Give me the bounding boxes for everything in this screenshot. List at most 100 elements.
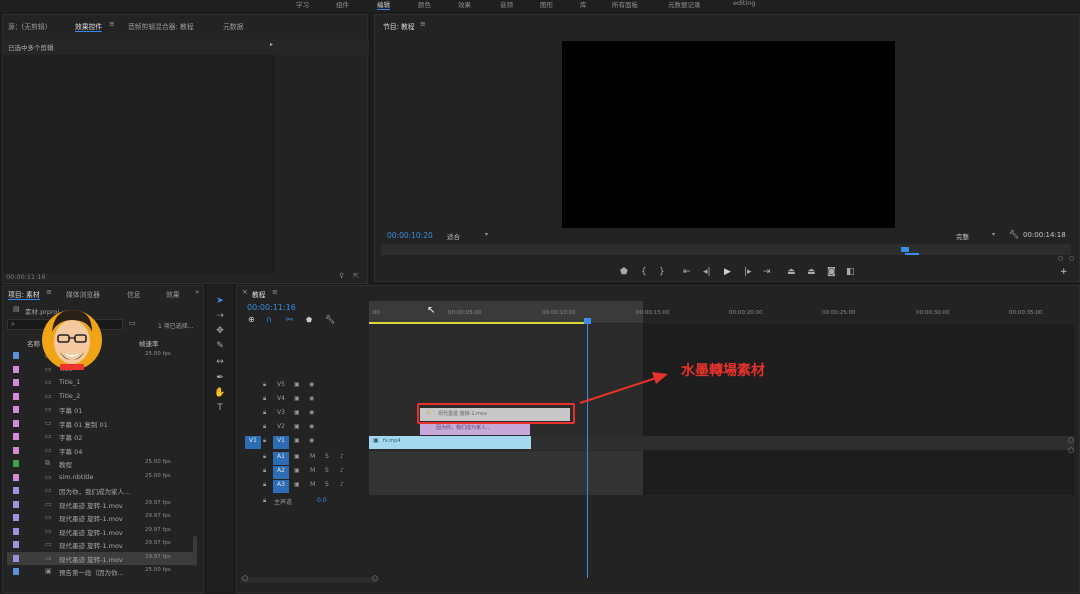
linked-selection-icon[interactable]: ⚯ xyxy=(286,315,293,324)
chevron-right-icon[interactable]: ▸ xyxy=(270,41,273,48)
camera-icon[interactable]: ◙ xyxy=(827,267,836,277)
lock-icon[interactable]: 🔒︎ xyxy=(263,481,266,489)
chevron-down-icon[interactable]: ▾ xyxy=(485,231,488,238)
lock-icon[interactable]: 🔒︎ xyxy=(263,409,266,417)
track-target-a2[interactable]: A2 xyxy=(273,466,289,479)
label-color-swatch[interactable] xyxy=(13,379,19,386)
scroll-handle-icon[interactable]: ○ xyxy=(1068,436,1074,444)
tab-menu-icon[interactable]: ≡ xyxy=(109,20,115,28)
mute-button[interactable]: M xyxy=(310,467,315,474)
sync-icon[interactable]: ▣ xyxy=(294,467,300,474)
scroll-handle-icon[interactable]: ○ xyxy=(1068,446,1074,454)
play-icon[interactable]: ▶ xyxy=(724,267,731,277)
tab-audio-mixer[interactable]: 音频剪辑混合器: 教程 xyxy=(128,21,194,31)
label-color-swatch[interactable] xyxy=(13,365,19,373)
column-name[interactable]: 名称 xyxy=(27,338,40,348)
lock-icon[interactable]: 🔒︎ xyxy=(263,381,266,389)
program-title[interactable]: 节目: 教程 xyxy=(383,21,415,31)
zoom-handle-icon[interactable]: ○ xyxy=(1058,255,1063,262)
label-color-swatch[interactable] xyxy=(13,487,19,494)
sync-icon[interactable]: ▣ xyxy=(294,409,300,416)
workspace-tab-edit[interactable]: 编辑 xyxy=(377,0,390,10)
slip-icon[interactable]: ↔ xyxy=(214,357,226,367)
solo-button[interactable]: S xyxy=(325,467,329,474)
label-color-swatch[interactable] xyxy=(13,500,19,508)
work-area-bar[interactable] xyxy=(369,301,643,323)
workspace-tab[interactable]: 组件 xyxy=(336,0,349,9)
fit-dropdown[interactable]: 适合 xyxy=(447,231,460,241)
pen-icon[interactable]: ✒ xyxy=(214,373,226,383)
sync-icon[interactable]: ▣ xyxy=(294,423,300,430)
add-button-icon[interactable]: + xyxy=(1060,267,1068,277)
zoom-handle-icon[interactable]: ○ xyxy=(1069,255,1074,262)
timeline-timecode[interactable]: 00:00:11:16 xyxy=(247,303,296,312)
label-color-swatch[interactable] xyxy=(13,406,19,413)
lift-icon[interactable]: ⏏ xyxy=(787,267,796,277)
project-item[interactable]: ▭ sim.nbtitle 25.00 fps xyxy=(7,471,197,485)
project-item[interactable]: ▭ 字幕 01 xyxy=(7,403,197,417)
tab-info[interactable]: 信息 xyxy=(127,289,141,299)
label-color-swatch[interactable] xyxy=(13,460,19,467)
workspace-tab[interactable]: 学习 xyxy=(296,0,309,9)
eye-icon[interactable]: ◉ xyxy=(309,409,314,416)
label-color-swatch[interactable] xyxy=(13,541,19,548)
step-back-icon[interactable]: ◂| xyxy=(703,267,711,277)
tab-effects[interactable]: 效果 xyxy=(166,289,180,299)
track-label[interactable]: V2 xyxy=(277,423,285,430)
sync-icon[interactable]: ▣ xyxy=(294,481,300,488)
project-item[interactable]: ⧉ 教程 25.00 fps xyxy=(7,457,197,471)
label-color-swatch[interactable] xyxy=(13,527,19,535)
panel-menu-icon[interactable]: ≡ xyxy=(272,288,278,296)
project-item[interactable]: ▭ 因为你，我们成为家人... xyxy=(7,484,197,498)
lock-icon[interactable]: 🔒︎ xyxy=(263,453,266,461)
tab-effect-controls[interactable]: 效果控件 xyxy=(75,21,103,32)
source-patch-v1[interactable]: V1 xyxy=(245,436,261,449)
track-label[interactable]: V3 xyxy=(277,409,285,416)
hand-icon[interactable]: ✋ xyxy=(214,388,226,398)
clip-v1[interactable]: ▣ fx.mp4 xyxy=(369,436,531,449)
workspace-tab[interactable]: editing xyxy=(733,0,756,7)
scroll-handle-icon[interactable]: ○ xyxy=(372,574,378,582)
project-item[interactable]: ▭ 现代墨迹 旋转-1.mov 29.97 fps xyxy=(7,511,197,525)
project-item[interactable]: ▭ 现代墨迹 旋转-1.mov 29.97 fps xyxy=(7,525,197,539)
close-icon[interactable]: × xyxy=(242,288,248,296)
panel-menu-icon[interactable]: ≡ xyxy=(420,20,426,28)
lock-icon[interactable]: 🔒︎ xyxy=(263,423,266,431)
snap-icon[interactable]: ∩ xyxy=(266,315,272,324)
mic-icon[interactable]: ♪ xyxy=(340,481,344,488)
more-tabs-icon[interactable]: » xyxy=(195,288,199,296)
go-to-out-icon[interactable]: ⇥ xyxy=(763,267,771,277)
sync-icon[interactable]: ▣ xyxy=(294,381,300,388)
marker-icon[interactable]: ⬟ xyxy=(306,316,312,324)
eye-icon[interactable]: ◉ xyxy=(309,395,314,402)
solo-button[interactable]: S xyxy=(325,453,329,460)
wrench-icon[interactable]: 🔧︎ xyxy=(1009,230,1019,239)
track-target-v1[interactable]: V1 xyxy=(273,436,289,449)
project-item[interactable]: ▭ 字幕 04 xyxy=(7,444,197,458)
workspace-tab[interactable]: 库 xyxy=(580,0,587,9)
project-item[interactable]: ▭ 现代墨迹 旋转-1.mov 29.97 fps xyxy=(7,551,197,565)
tab-metadata[interactable]: 元数据 xyxy=(223,21,243,31)
workspace-tab[interactable]: 所有面板 xyxy=(612,0,638,9)
workspace-tab[interactable]: 图形 xyxy=(540,0,553,9)
mark-in-icon[interactable]: { xyxy=(641,267,647,277)
mute-button[interactable]: M xyxy=(310,453,315,460)
nest-icon[interactable]: ⊕ xyxy=(248,315,255,324)
sync-icon[interactable]: ▣ xyxy=(294,395,300,402)
eye-icon[interactable]: ◉ xyxy=(309,423,314,430)
lock-icon[interactable]: 🔒︎ xyxy=(263,467,266,475)
program-scrub-bar[interactable] xyxy=(381,244,1071,255)
tab-project[interactable]: 项目: 素材 xyxy=(8,289,40,300)
label-color-swatch[interactable] xyxy=(13,514,19,521)
filter-icon[interactable]: ⊽ xyxy=(339,272,344,280)
workspace-tab[interactable]: 音频 xyxy=(500,0,513,9)
project-item[interactable]: ▭ 现代墨迹 旋转-1.mov 29.97 fps xyxy=(7,498,197,512)
column-fps[interactable]: 帧速率 xyxy=(139,338,159,348)
tab-menu-icon[interactable]: ≡ xyxy=(46,288,52,296)
label-color-swatch[interactable] xyxy=(13,446,19,454)
track-select-icon[interactable]: ⇢ xyxy=(214,311,226,321)
selection-tool-icon[interactable]: ➤ xyxy=(214,296,226,306)
track-target-a1[interactable]: A1 xyxy=(273,452,289,465)
label-color-swatch[interactable] xyxy=(13,433,19,440)
project-item[interactable]: ▭ 字幕 01 复制 01 xyxy=(7,417,197,431)
